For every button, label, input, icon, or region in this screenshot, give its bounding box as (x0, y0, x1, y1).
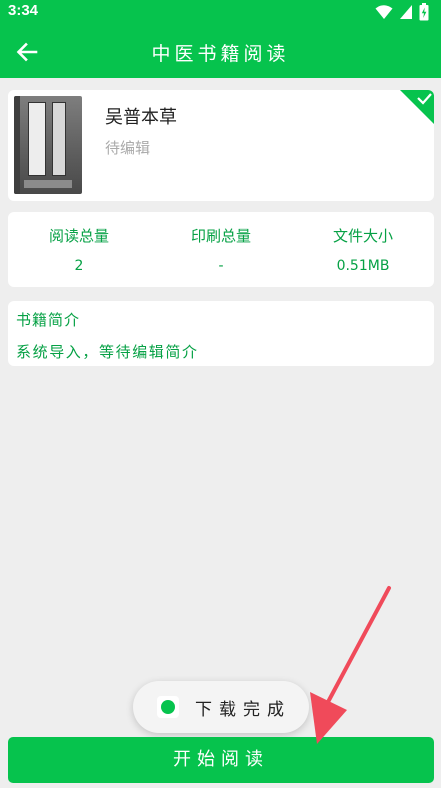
stat-file-size: 文件大小 0.51MB (292, 212, 434, 287)
book-title: 吴普本草 (105, 107, 177, 127)
stat-value: - (218, 258, 224, 274)
status-bar: 3:34 (0, 0, 441, 24)
toast-text: 下载完成 (195, 700, 291, 720)
book-author: 待编辑 (105, 139, 151, 157)
stat-print-count: 印刷总量 - (150, 212, 292, 287)
battery-icon (419, 3, 429, 21)
book-intro-card: 书籍简介 系统导入，等待编辑简介 (8, 301, 434, 366)
stat-read-count: 阅读总量 2 (8, 212, 150, 287)
status-time: 3:34 (8, 2, 39, 19)
book-stats-card: 阅读总量 2 印刷总量 - 文件大小 0.51MB (8, 212, 434, 287)
start-reading-button[interactable]: 开始阅读 (8, 737, 434, 783)
stat-label: 文件大小 (332, 227, 393, 245)
check-icon (400, 90, 434, 124)
download-complete-toast: 下载完成 (133, 681, 309, 733)
signal-icon (400, 5, 412, 19)
book-cover (14, 96, 82, 194)
stat-value: 0.51MB (336, 258, 390, 274)
app-icon (157, 696, 179, 718)
intro-title: 书籍简介 (16, 311, 81, 329)
intro-text: 系统导入，等待编辑简介 (16, 343, 199, 361)
app-bar: 中医书籍阅读 (0, 24, 441, 78)
cover-subtitle-label (52, 102, 66, 176)
stat-label: 阅读总量 (48, 227, 109, 245)
annotation-arrow-icon (310, 586, 391, 744)
cover-decoration (24, 180, 72, 188)
stat-value: 2 (74, 258, 84, 274)
status-icons (375, 3, 429, 21)
page-title: 中医书籍阅读 (151, 43, 290, 65)
book-info-card: 吴普本草 待编辑 (8, 90, 434, 201)
stat-label: 印刷总量 (190, 227, 251, 245)
book-detail-screen: 3:34 中医书籍阅读 吴普本草 待编辑 阅读总量 2 印刷总量 - 文件大小 … (0, 0, 441, 788)
cover-title-label (28, 102, 46, 176)
app-icon-mark (161, 700, 175, 714)
cover-spine (14, 96, 20, 194)
wifi-icon (375, 5, 393, 19)
